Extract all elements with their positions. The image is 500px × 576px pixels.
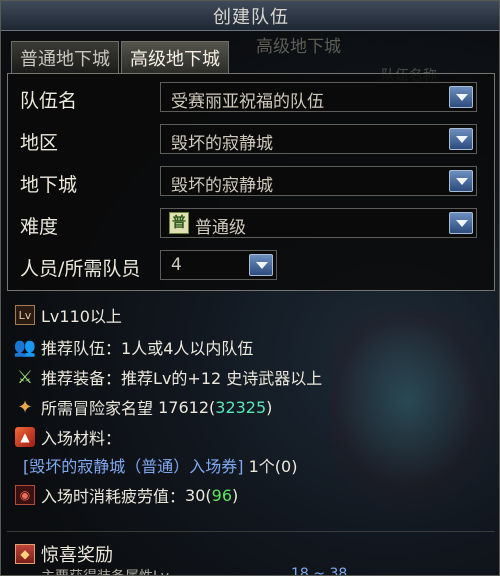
fame-current: 17612 (158, 397, 210, 417)
region-label: 地区 (20, 132, 59, 154)
party-name-dropdown[interactable]: 受赛丽亚祝福的队伍 (160, 82, 477, 112)
normal-difficulty-icon: 普 (169, 212, 189, 234)
fatigue-cost: ◉ 入场时消耗疲劳值： 30(96) (15, 483, 238, 507)
chevron-down-icon[interactable] (449, 86, 473, 108)
dungeon-row: 地下城 毁坏的寂静城 (8, 166, 496, 200)
equip-label: 推荐装备 (41, 369, 106, 388)
region-row: 地区 毁坏的寂静城 (8, 124, 496, 158)
region-dropdown[interactable]: 毁坏的寂静城 (160, 124, 477, 154)
tab-normal-dungeon[interactable]: 普通地下城 (11, 41, 119, 73)
gift-icon: ◆ (15, 544, 35, 564)
surprise-reward-header: ◆ 惊喜奖励 (15, 541, 113, 567)
divider (7, 531, 495, 532)
window-title: 创建队伍 (213, 6, 289, 28)
difficulty-row: 难度 普 普通级 (8, 208, 496, 242)
title-bar[interactable]: 创建队伍 (1, 1, 499, 31)
members-row: 人员/所需队员 4 (8, 250, 496, 284)
fatigue-cost-value: 30 (185, 485, 206, 505)
fatigue-label: 入场时消耗疲劳值 (41, 487, 170, 506)
ticket-item-link[interactable]: [毁坏的寂静城（普通）入场券] (23, 453, 244, 477)
level-requirement: Lv Lv110以上 (15, 303, 122, 327)
chevron-down-icon[interactable] (449, 128, 473, 150)
ticket-count: 1个(0) (248, 457, 298, 476)
entry-ticket: [毁坏的寂静城（普通）入场券] 1个(0) (23, 453, 297, 477)
fatigue-remaining: 96 (211, 485, 232, 505)
difficulty-label: 难度 (20, 216, 59, 238)
difficulty-value: 普通级 (195, 218, 246, 238)
sword-icon: ⚔ (16, 366, 34, 388)
party-label: 推荐队伍 (41, 339, 106, 358)
party-name-row: 队伍名 受赛丽亚祝福的队伍 (8, 82, 496, 116)
create-party-window: 创建队伍 高级地下城 队伍名称 普通地下城 高级地下城 队伍名 受赛丽亚祝福的队… (0, 0, 500, 576)
members-dropdown[interactable]: 4 (160, 250, 277, 280)
party-name-label: 队伍名 (20, 90, 78, 112)
party-text: 1人或4人以内队伍 (121, 339, 254, 358)
reward-label: 惊喜奖励 (41, 545, 113, 566)
reward-cut-text: 主要获得装备属性Lv (41, 566, 169, 575)
dungeon-label: 地下城 (20, 174, 78, 196)
material-icon: ▲ (15, 427, 35, 447)
tab-advanced-dungeon[interactable]: 高级地下城 (121, 41, 229, 73)
party-name-value: 受赛丽亚祝福的队伍 (171, 92, 324, 112)
reward-cut-range: 18 ~ 38 (291, 566, 348, 576)
fame-icon: ✦ (17, 396, 33, 418)
recommended-party: 👥 推荐队伍： 1人或4人以内队伍 (13, 336, 254, 359)
background-ghost-tab: 高级地下城 (256, 37, 341, 57)
fame-required: 32325 (215, 397, 267, 417)
equip-text: 推荐Lv的+12 史诗武器以上 (121, 369, 323, 388)
party-settings-form: 队伍名 受赛丽亚祝福的队伍 地区 毁坏的寂静城 地下城 毁坏的寂静城 难度 普 (7, 73, 495, 291)
chevron-down-icon[interactable] (449, 170, 473, 192)
region-value: 毁坏的寂静城 (171, 134, 273, 154)
fatigue-icon: ◉ (15, 485, 35, 505)
chevron-down-icon[interactable] (449, 212, 473, 234)
dungeon-dropdown[interactable]: 毁坏的寂静城 (160, 166, 477, 196)
party-icon: 👥 (13, 336, 37, 358)
fame-requirement: ✦ 所需冒险家名望 17612(32325) (15, 395, 272, 419)
entry-materials: ▲ 入场材料： (15, 425, 121, 449)
level-icon: Lv (15, 305, 35, 325)
recommended-equipment: ⚔ 推荐装备： 推荐Lv的+12 史诗武器以上 (16, 366, 323, 389)
members-label: 人员/所需队员 (20, 258, 141, 280)
dungeon-tabs: 普通地下城 高级地下城 (11, 41, 229, 73)
materials-label: 入场材料： (41, 429, 122, 448)
members-value: 4 (171, 255, 182, 275)
level-text: Lv110以上 (41, 307, 122, 326)
difficulty-dropdown[interactable]: 普 普通级 (160, 208, 477, 238)
fame-label: 所需冒险家名望 (41, 399, 154, 418)
dungeon-value: 毁坏的寂静城 (171, 176, 273, 196)
dungeon-info-panel: Lv Lv110以上 👥 推荐队伍： 1人或4人以内队伍 ⚔ 推荐装备： 推荐L… (7, 293, 495, 533)
chevron-down-icon[interactable] (249, 254, 273, 276)
